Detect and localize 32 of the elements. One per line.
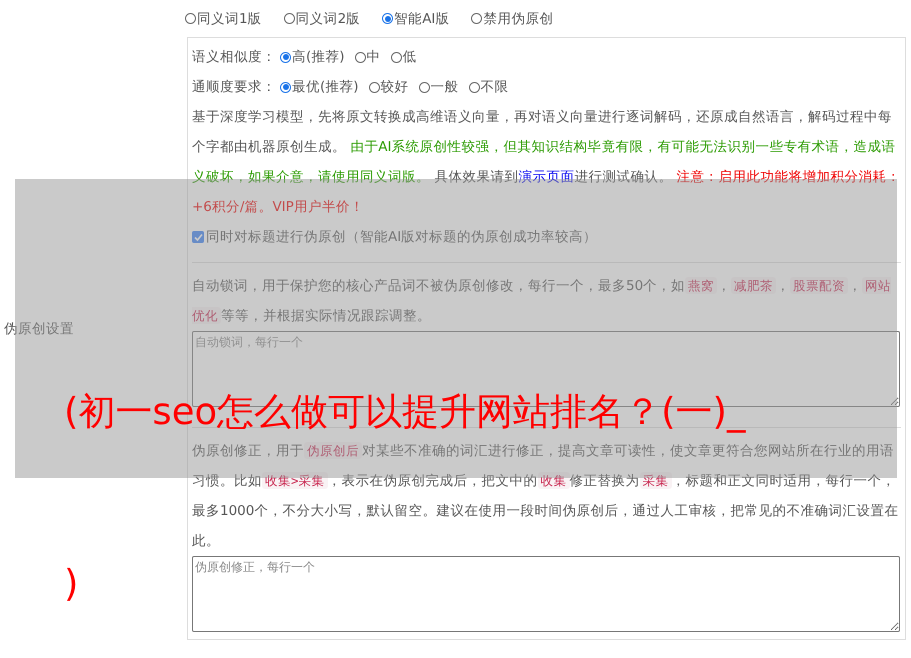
similarity-option-label[interactable]: 高(推荐)	[292, 48, 345, 66]
description-text: 基于深度学习模型，先将原文转换成高维语义向量，再对语义向量进行逐词解码，还原成自然语言，解码过程中每个字都由机器原创生成。 由于AI系统原创性较强，但其知识结构毕竟有限，有可能无法识别一些专有术语，造成语义破坏，如果介意，请使用同义词版。 具体效果请到演示页面进行测试确认。 注意：启用此功能将增加积分消耗：+6积分/篇。VIP用户半价！	[192, 108, 901, 217]
radio-button[interactable]	[280, 52, 291, 62]
mode-option-label[interactable]: 同义词1版	[197, 10, 262, 28]
fluency-option-label[interactable]: 最优(推荐)	[292, 78, 359, 96]
radio-button[interactable]	[390, 52, 402, 62]
fluency-option-label[interactable]: 较好	[380, 78, 409, 96]
radio-button[interactable]	[382, 13, 394, 24]
field-label: 通顺度要求：	[192, 78, 276, 96]
setting-label: 伪原创设置	[4, 320, 74, 338]
radio-button[interactable]	[368, 82, 380, 92]
similarity-option-label[interactable]: 低	[402, 48, 417, 66]
description-text: 伪原创修正，用于 伪原创后 对某些不准确的词汇进行修正，提高文章可读性，使文章更符合您网站所在行业的用语习惯。比如 收集>采集 ，表示在伪原创完成后，把文中的 收集 修正替换为 采集 ，标题和正文同时适用，每行一个，最多1000个，不分大小写，默认留空。建议在使用一段时间伪原创后，通过人工审核，把常见的不准确词汇设置在此。	[192, 441, 900, 551]
radio-button[interactable]	[418, 82, 430, 92]
similarity-option-label[interactable]: 中	[366, 48, 381, 66]
text-area[interactable]: 伪原创修正，每行一个	[192, 556, 900, 632]
mode-option-label[interactable]: 同义词2版	[296, 10, 360, 28]
mode-option-label[interactable]: 智能AI版	[394, 10, 450, 28]
radio-button[interactable]	[185, 13, 196, 24]
fluency-option-label[interactable]: 一般	[430, 78, 459, 96]
radio-button[interactable]	[284, 13, 295, 24]
mode-option-label[interactable]: 禁用伪原创	[483, 10, 554, 28]
field-label: 语义相似度：	[192, 48, 276, 66]
description-text: 自动锁词，用于保护您的核心产品词不被伪原创修改，每行一个，最多50个，如 燕窝 ， 减肥茶 ， 股票配资 ， 网站优化 等等，并根据实际情况跟踪调整。	[192, 276, 892, 326]
radio-button[interactable]	[354, 52, 366, 62]
demo-page-link[interactable]: 演示页面	[518, 169, 574, 185]
overlay-title: )	[64, 562, 78, 606]
checkbox[interactable]	[192, 231, 204, 243]
radio-button[interactable]	[468, 82, 480, 92]
radio-button[interactable]	[280, 82, 291, 92]
radio-button[interactable]	[471, 13, 482, 24]
fluency-option-label[interactable]: 不限	[480, 78, 509, 96]
